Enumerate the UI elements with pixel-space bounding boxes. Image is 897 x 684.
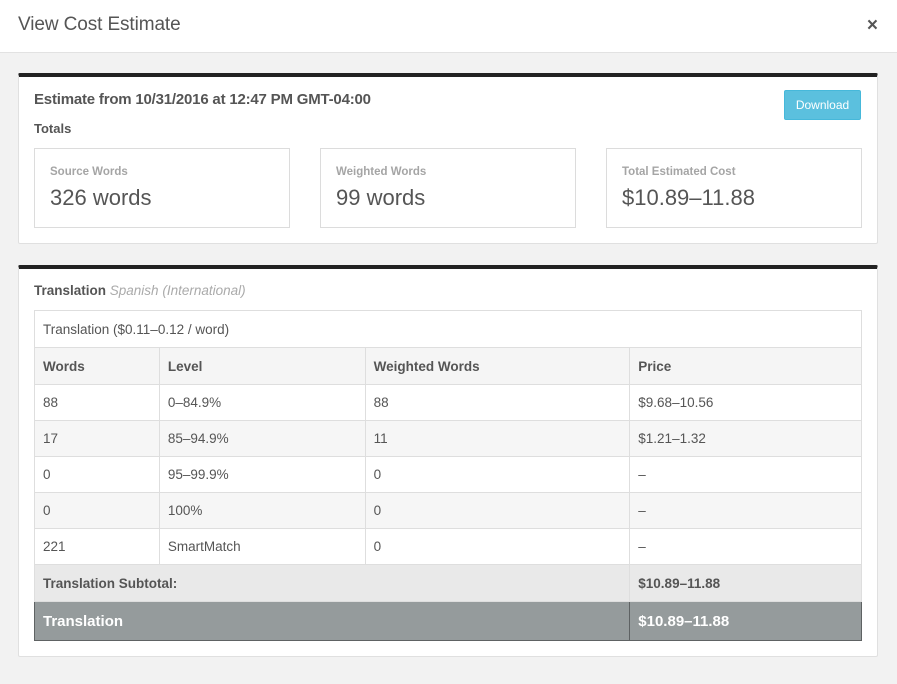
stat-label: Weighted Words — [336, 166, 427, 178]
cell-price: – — [629, 528, 862, 565]
cell-price: – — [629, 456, 862, 493]
cell-weighted-words: 0 — [364, 492, 631, 529]
stat-value: 99 words — [336, 185, 426, 210]
cell-weighted-words: 0 — [364, 456, 631, 493]
translation-panel: Translation Spanish (International) Tran… — [18, 265, 878, 657]
cell-words: 17 — [34, 420, 160, 457]
translation-name: Translation — [34, 283, 107, 298]
totals-label: Totals — [34, 121, 72, 136]
cell-level: 100% — [158, 492, 366, 529]
table-row: 17 85–94.9% 11 $1.21–1.32 — [34, 420, 862, 457]
column-header-price: Price — [629, 347, 862, 385]
total-label: Translation — [33, 601, 631, 641]
table-row: 0 100% 0 – — [34, 492, 862, 529]
estimate-title: Estimate from 10/31/2016 at 12:47 PM GMT… — [34, 91, 371, 108]
table-row: 88 0–84.9% 88 $9.68–10.56 — [34, 384, 862, 421]
cell-words: 0 — [34, 492, 160, 529]
stat-label: Total Estimated Cost — [622, 166, 736, 178]
stat-weighted-words: Weighted Words 99 words — [320, 148, 576, 228]
table-header-row: Words Level Weighted Words Price — [34, 347, 862, 385]
rate-caption: Translation ($0.11–0.12 / word) — [34, 310, 862, 348]
table-row: 0 95–99.9% 0 – — [34, 456, 862, 493]
close-icon[interactable]: × — [867, 14, 878, 38]
stat-label: Source Words — [50, 166, 128, 178]
cell-level: 95–99.9% — [158, 456, 366, 493]
subtotal-label: Translation Subtotal: — [33, 564, 631, 602]
cell-price: – — [629, 492, 862, 529]
total-value: $10.89–11.88 — [629, 601, 862, 641]
download-button[interactable]: Download — [784, 90, 861, 120]
subtotal-value: $10.89–11.88 — [629, 564, 862, 602]
cell-weighted-words: 88 — [364, 384, 631, 421]
cell-level: 85–94.9% — [158, 420, 366, 457]
subtotal-row: Translation Subtotal: $10.89–11.88 — [33, 564, 862, 602]
table-row: 221 SmartMatch 0 – — [34, 528, 862, 565]
stat-value: $10.89–11.88 — [622, 185, 755, 210]
cell-weighted-words: 11 — [364, 420, 631, 457]
column-header-words: Words — [34, 347, 160, 385]
translation-heading: Translation Spanish (International) — [34, 283, 246, 298]
cell-level: SmartMatch — [158, 528, 366, 565]
rate-table: Translation ($0.11–0.12 / word) Words Le… — [33, 310, 862, 641]
estimate-panel: Estimate from 10/31/2016 at 12:47 PM GMT… — [18, 73, 878, 244]
modal-title: View Cost Estimate — [18, 14, 181, 35]
translation-language: Spanish (International) — [109, 283, 246, 298]
cell-words: 221 — [34, 528, 160, 565]
stat-source-words: Source Words 326 words — [34, 148, 290, 228]
stat-value: 326 words — [50, 185, 152, 210]
column-header-weighted-words: Weighted Words — [364, 347, 631, 385]
cell-level: 0–84.9% — [158, 384, 366, 421]
cell-words: 0 — [34, 456, 160, 493]
column-header-level: Level — [158, 347, 366, 385]
cell-price: $9.68–10.56 — [629, 384, 862, 421]
modal-header: View Cost Estimate × — [0, 0, 897, 53]
total-row: Translation $10.89–11.88 — [33, 601, 862, 641]
cell-price: $1.21–1.32 — [629, 420, 862, 457]
cell-words: 88 — [34, 384, 160, 421]
stat-total-cost: Total Estimated Cost $10.89–11.88 — [606, 148, 862, 228]
cell-weighted-words: 0 — [364, 528, 631, 565]
